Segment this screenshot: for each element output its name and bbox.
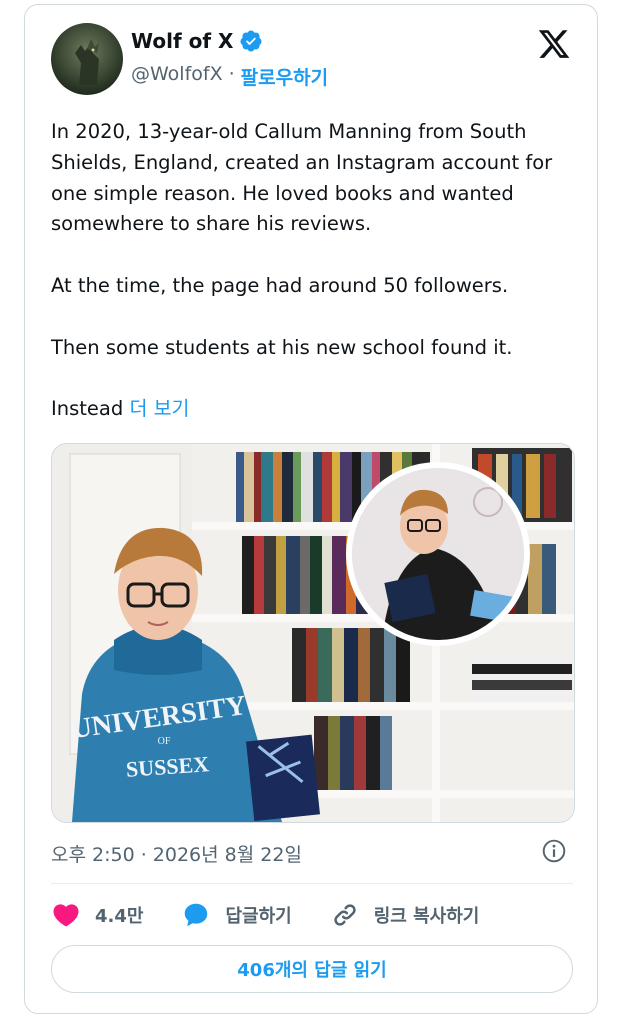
tweet-card[interactable]: Wolf of X @WolfofX · 팔로우하기 In 2020, 13-y… [24, 4, 598, 1014]
tweet-body: In 2020, 13-year-old Callum Manning from… [51, 117, 576, 425]
verified-badge-icon [240, 30, 262, 52]
copy-link-label: 링크 복사하기 [373, 906, 480, 927]
x-logo-icon[interactable] [537, 27, 571, 61]
reply-label: 답글하기 [225, 906, 292, 927]
link-icon [334, 904, 356, 926]
like-count: 4.4만 [95, 906, 144, 927]
divider [51, 883, 573, 884]
copy-link-button[interactable]: 링크 복사하기 [330, 900, 480, 930]
read-replies-button[interactable]: 406개의 답글 읽기 [51, 945, 573, 993]
heart-icon [53, 904, 79, 927]
action-bar: 4.4만 답글하기 링크 복사하기 [51, 898, 573, 932]
author-handle[interactable]: @WolfofX [131, 63, 223, 90]
avatar[interactable] [51, 23, 123, 95]
like-button[interactable]: 4.4만 [51, 900, 143, 930]
tweet-media-image[interactable]: UNIVERSITY OF SUSSEX [51, 443, 575, 823]
handle-separator: · [228, 63, 235, 85]
reply-bubble-icon [185, 903, 208, 927]
read-replies-label: 406개의 답글 읽기 [237, 960, 387, 981]
author-name[interactable]: Wolf of X [131, 29, 233, 53]
reply-button[interactable]: 답글하기 [181, 900, 292, 930]
tweet-last-text: Instead [51, 397, 124, 421]
tweet-paragraph: Then some students at his new school fou… [51, 335, 513, 359]
svg-text:OF: OF [158, 736, 171, 747]
tweet-paragraph: In 2020, 13-year-old Callum Manning from… [51, 120, 553, 236]
tweet-timestamp[interactable]: 오후 2:50 · 2026년 8월 22일 [51, 840, 302, 867]
info-icon[interactable] [541, 838, 567, 864]
follow-button[interactable]: 팔로우하기 [241, 63, 328, 90]
show-more-link[interactable]: 더 보기 [129, 397, 189, 420]
tweet-paragraph-last: Instead 더 보기 [51, 394, 576, 425]
tweet-paragraph: At the time, the page had around 50 foll… [51, 273, 509, 297]
